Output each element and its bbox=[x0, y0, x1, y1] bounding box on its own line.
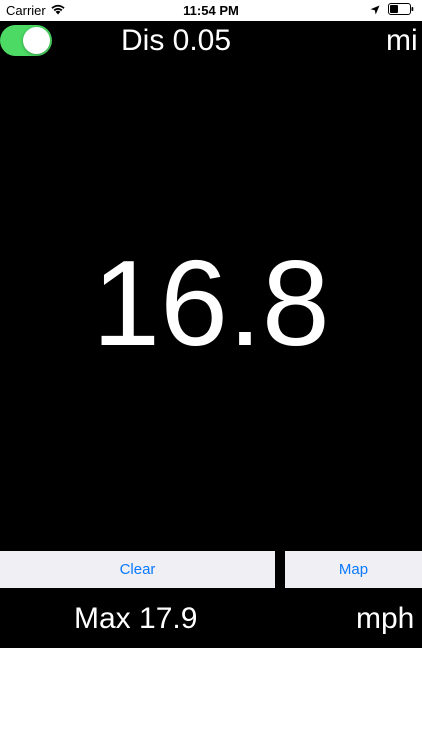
distance-unit: mi bbox=[386, 24, 418, 57]
max-speed-bar: Max 17.9 mph bbox=[0, 589, 422, 648]
status-right bbox=[370, 3, 414, 18]
tracking-toggle[interactable] bbox=[0, 25, 52, 56]
empty-area bbox=[0, 648, 422, 750]
battery-icon bbox=[388, 3, 414, 18]
speed-unit: mph bbox=[356, 602, 415, 635]
location-icon bbox=[370, 3, 380, 18]
distance-label: Dis 0.05 bbox=[121, 24, 232, 57]
current-speed: 16.8 bbox=[92, 235, 330, 371]
screen: Carrier 11:54 PM Dis 0.05 mi 16.8 Clear … bbox=[0, 0, 422, 750]
status-bar: Carrier 11:54 PM bbox=[0, 0, 422, 21]
max-speed-label: Max 17.9 bbox=[74, 602, 198, 635]
clear-button[interactable]: Clear bbox=[0, 551, 275, 588]
button-strip: Clear Map bbox=[0, 549, 422, 589]
toggle-knob bbox=[23, 27, 50, 54]
status-time: 11:54 PM bbox=[183, 3, 239, 18]
map-button[interactable]: Map bbox=[285, 551, 422, 588]
speedometer-panel: Dis 0.05 mi 16.8 bbox=[0, 21, 422, 549]
